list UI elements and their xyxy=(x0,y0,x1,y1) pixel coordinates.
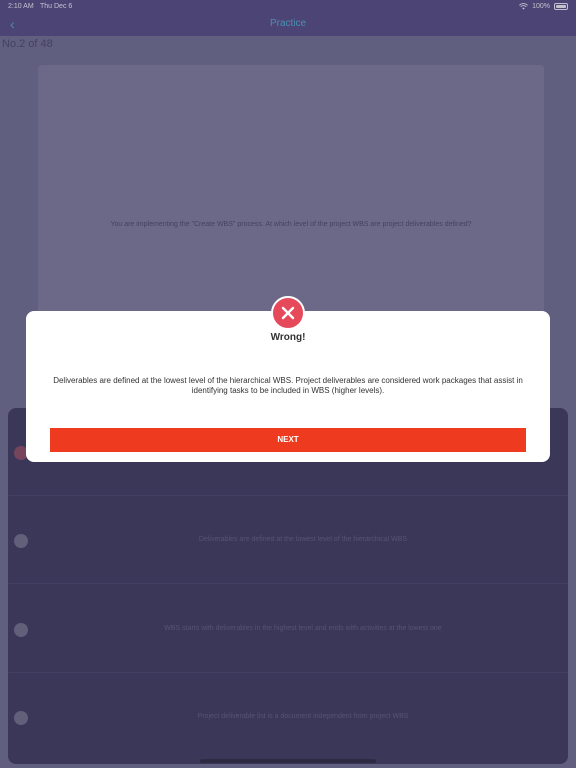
close-icon xyxy=(271,296,305,330)
x-mark-icon xyxy=(281,306,295,320)
modal-message: Deliverables are defined at the lowest l… xyxy=(53,376,523,395)
next-button[interactable]: NEXT xyxy=(50,428,526,452)
result-modal: Wrong! Deliverables are defined at the l… xyxy=(26,311,550,462)
modal-title: Wrong! xyxy=(270,332,306,343)
